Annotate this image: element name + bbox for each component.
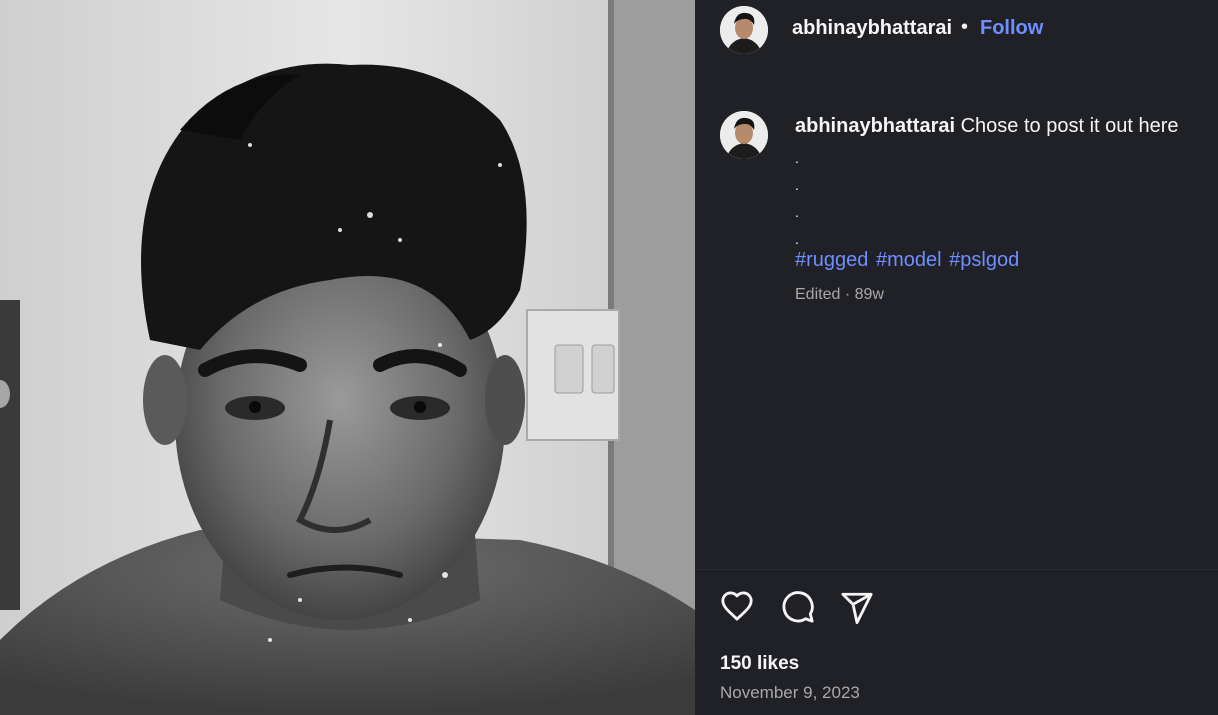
hashtag-link[interactable]: #rugged: [795, 249, 868, 271]
follow-button[interactable]: Follow: [980, 17, 1043, 40]
hashtag-link[interactable]: #model: [876, 249, 942, 271]
caption-username[interactable]: abhinaybhattarai: [795, 115, 955, 137]
caption-avatar[interactable]: [720, 111, 768, 159]
caption-avatar-image: [720, 111, 768, 159]
comment-icon[interactable]: [781, 590, 815, 624]
likes-count[interactable]: 150 likes: [720, 653, 799, 675]
caption-text: abhinaybhattarai Chose to post it out he…: [795, 114, 1205, 138]
post-side-panel: abhinaybhattarai • Follow abhinaybhattar…: [695, 0, 1218, 715]
avatar[interactable]: [720, 6, 768, 54]
post-viewer: abhinaybhattarai • Follow abhinaybhattar…: [0, 0, 1218, 715]
post-date: November 9, 2023: [720, 683, 860, 702]
send-icon[interactable]: [840, 590, 874, 624]
caption-dot-line: .: [795, 204, 799, 220]
heart-icon[interactable]: [720, 590, 754, 624]
caption-dot-line: .: [795, 177, 799, 193]
header-username[interactable]: abhinaybhattarai: [792, 17, 952, 40]
separator-dot: •: [961, 16, 969, 38]
hashtag-link[interactable]: #pslgod: [949, 249, 1019, 271]
post-header: abhinaybhattarai • Follow: [695, 0, 1218, 60]
caption-meta: Edited · 89w: [795, 286, 884, 303]
caption-dot-lines: . . . .: [795, 145, 799, 253]
caption-body: Chose to post it out here: [960, 115, 1179, 137]
post-photo[interactable]: [0, 0, 695, 715]
caption-dot-line: .: [795, 150, 799, 166]
post-image: [0, 0, 695, 715]
divider: [695, 569, 1218, 570]
hashtags: #rugged #model #pslgod: [795, 249, 1021, 272]
profile-avatar-image: [720, 6, 768, 54]
